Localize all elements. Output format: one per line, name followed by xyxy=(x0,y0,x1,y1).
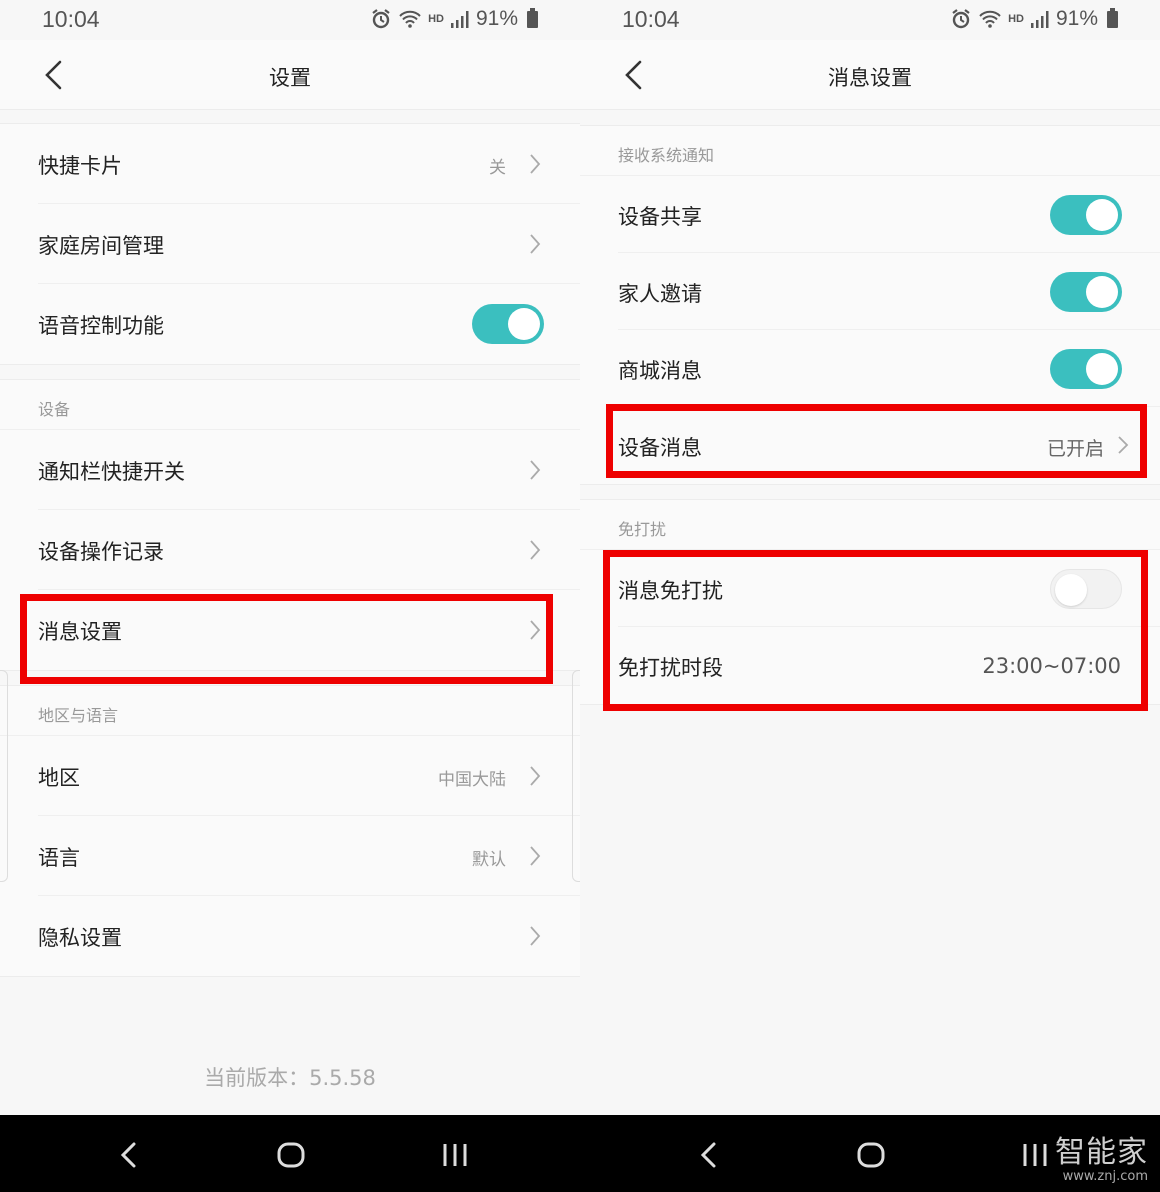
nav-home-icon[interactable] xyxy=(856,1139,886,1171)
section-header-region: 地区与语言 xyxy=(0,686,580,736)
status-bar: 10:04 HD 91% xyxy=(0,0,580,40)
row-label: 设备消息 xyxy=(618,436,702,460)
language-item[interactable]: 语言 默认 xyxy=(38,816,580,896)
nav-recents-icon[interactable] xyxy=(440,1139,470,1171)
room-management-item[interactable]: 家庭房间管理 xyxy=(38,204,580,284)
row-label: 家人邀请 xyxy=(618,282,702,306)
device-share-toggle[interactable] xyxy=(1050,195,1122,235)
mall-message-toggle[interactable] xyxy=(1050,349,1122,389)
app-version: 当前版本：5.5.58 xyxy=(204,1066,376,1090)
hd-badge: HD xyxy=(428,13,444,25)
device-share-item: 设备共享 xyxy=(618,176,1160,253)
watermark-text: 智能家 xyxy=(1055,1135,1148,1170)
system-notification-group: 接收系统通知 设备共享 家人邀请 商城消息 设备消息 已开启 xyxy=(580,125,1160,485)
side-bracket-right xyxy=(572,670,580,882)
row-label: 语言 xyxy=(38,846,80,870)
chevron-right-icon xyxy=(530,460,541,480)
mall-message-item: 商城消息 xyxy=(618,330,1160,407)
dnd-toggle-item: 消息免打扰 xyxy=(618,550,1160,627)
chevron-right-icon xyxy=(1118,436,1129,454)
device-settings-group: 设备 通知栏快捷开关 设备操作记录 消息设置 xyxy=(0,379,580,671)
row-label: 设备操作记录 xyxy=(38,540,164,564)
nav-back-icon[interactable] xyxy=(694,1139,724,1171)
privacy-settings-item[interactable]: 隐私设置 xyxy=(38,896,580,976)
side-bracket-left xyxy=(0,670,8,882)
row-label: 语音控制功能 xyxy=(38,314,164,338)
device-message-item[interactable]: 设备消息 已开启 xyxy=(618,407,1160,484)
status-time: 10:04 xyxy=(622,6,680,32)
signal-icon xyxy=(1030,11,1049,28)
row-label: 通知栏快捷开关 xyxy=(38,460,185,484)
row-label: 免打扰时段 xyxy=(618,656,723,680)
row-label: 快捷卡片 xyxy=(38,154,122,178)
header: 设置 xyxy=(0,40,580,110)
voice-control-item: 语音控制功能 xyxy=(38,284,580,364)
row-value: 中国大陆 xyxy=(438,770,506,790)
watermark-url: www.znj.com xyxy=(1062,1169,1148,1184)
status-icons: HD 91% xyxy=(370,7,538,31)
page-title: 消息设置 xyxy=(828,66,912,90)
wifi-icon xyxy=(979,10,1001,28)
message-settings-item[interactable]: 消息设置 xyxy=(38,590,580,670)
device-log-item[interactable]: 设备操作记录 xyxy=(38,510,580,590)
row-label: 商城消息 xyxy=(618,359,702,383)
nav-home-icon[interactable] xyxy=(276,1139,306,1171)
region-language-group: 地区与语言 地区 中国大陆 语言 默认 隐私设置 xyxy=(0,685,580,977)
page-title: 设置 xyxy=(269,66,311,90)
chevron-right-icon xyxy=(530,926,541,946)
row-value: 23:00~07:00 xyxy=(982,654,1121,678)
wifi-icon xyxy=(399,10,421,28)
row-label: 设备共享 xyxy=(618,205,702,229)
message-settings-screen: 10:04 HD 91% 消息设置 接收系统通知 设备共享 家人邀请 商城消息 … xyxy=(580,0,1160,1115)
row-label: 消息免打扰 xyxy=(618,579,723,603)
family-invite-toggle[interactable] xyxy=(1050,272,1122,312)
battery-percent: 91% xyxy=(475,7,518,30)
status-bar: 10:04 HD 91% xyxy=(580,0,1160,40)
dnd-toggle[interactable] xyxy=(1050,569,1122,609)
family-invite-item: 家人邀请 xyxy=(618,253,1160,330)
battery-icon xyxy=(1107,7,1118,28)
quick-card-item[interactable]: 快捷卡片 关 xyxy=(38,124,580,204)
watermark: 智能家 www.znj.com xyxy=(1055,1127,1148,1184)
chevron-right-icon xyxy=(530,234,541,254)
row-value: 关 xyxy=(489,158,506,178)
status-icons: HD 91% xyxy=(950,7,1118,31)
voice-control-toggle[interactable] xyxy=(472,304,544,344)
dnd-period-item[interactable]: 免打扰时段 23:00~07:00 xyxy=(618,627,1160,704)
dnd-group: 免打扰 消息免打扰 免打扰时段 23:00~07:00 xyxy=(580,499,1160,705)
nav-recents-icon[interactable] xyxy=(1020,1139,1050,1171)
settings-screen: 10:04 HD 91% 设置 快捷卡片 关 家庭房间管理 语音控制功能 设备 xyxy=(0,0,580,1115)
section-header-device: 设备 xyxy=(0,380,580,430)
chevron-right-icon xyxy=(530,846,541,866)
row-label: 家庭房间管理 xyxy=(38,234,164,258)
nav-back-icon[interactable] xyxy=(114,1139,144,1171)
general-settings-group: 快捷卡片 关 家庭房间管理 语音控制功能 xyxy=(0,123,580,365)
hd-badge: HD xyxy=(1008,13,1024,25)
row-label: 隐私设置 xyxy=(38,926,122,950)
system-nav-bar: 智能家 www.znj.com xyxy=(0,1115,1160,1192)
section-header-dnd: 免打扰 xyxy=(580,500,1160,550)
section-header-notify: 接收系统通知 xyxy=(580,126,1160,176)
battery-percent: 91% xyxy=(1055,7,1098,30)
region-item[interactable]: 地区 中国大陆 xyxy=(38,736,580,816)
alarm-icon xyxy=(952,9,970,29)
row-label: 地区 xyxy=(38,766,80,790)
chevron-right-icon xyxy=(530,540,541,560)
header: 消息设置 xyxy=(580,40,1160,110)
row-label: 消息设置 xyxy=(38,620,122,644)
chevron-right-icon xyxy=(530,620,541,640)
notification-shortcut-item[interactable]: 通知栏快捷开关 xyxy=(38,430,580,510)
row-value: 默认 xyxy=(472,850,506,870)
row-value: 已开启 xyxy=(1046,438,1104,460)
status-time: 10:04 xyxy=(42,6,100,32)
battery-icon xyxy=(527,7,538,28)
chevron-right-icon xyxy=(530,766,541,786)
signal-icon xyxy=(450,11,469,28)
alarm-icon xyxy=(372,9,390,29)
chevron-right-icon xyxy=(530,154,541,174)
